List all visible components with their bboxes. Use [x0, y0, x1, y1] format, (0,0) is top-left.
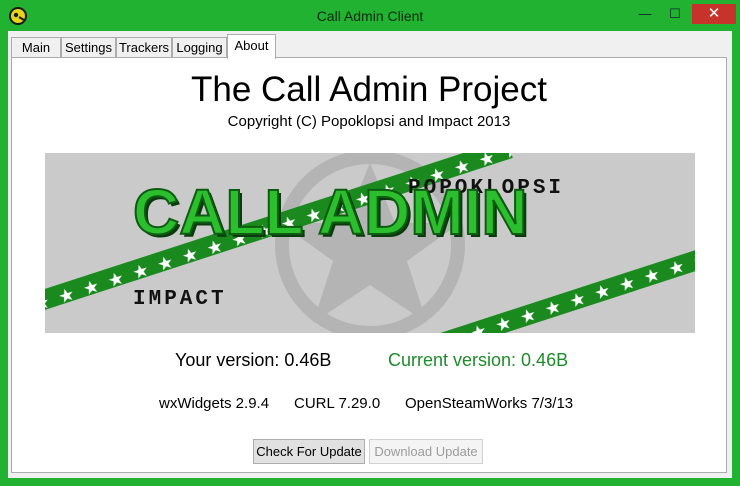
banner-author-bottom: IMPACT: [133, 288, 227, 311]
app-window: Call Admin Client — ☐ ✕ Main Settings Tr…: [0, 0, 740, 486]
banner-graphic: POPOKLOPSI CALL ADMIN CALL ADMIN IMPACT: [45, 153, 695, 333]
minimize-icon: —: [638, 6, 652, 21]
client-area: Main Settings Trackers Logging About The…: [8, 31, 732, 478]
banner-title: CALL ADMIN: [133, 176, 528, 248]
call-admin-banner: POPOKLOPSI CALL ADMIN CALL ADMIN IMPACT: [45, 153, 695, 333]
window-title: Call Admin Client: [316, 8, 424, 24]
curl-version: CURL 7.29.0: [294, 395, 381, 412]
title-bar[interactable]: Call Admin Client — ☐ ✕: [0, 0, 740, 32]
check-for-update-button[interactable]: Check For Update: [253, 439, 365, 464]
copyright-text: Copyright (C) Popoklopsi and Impact 2013: [227, 113, 511, 130]
page-title: The Call Admin Project: [191, 70, 547, 109]
close-icon: ✕: [707, 5, 721, 22]
wxwidgets-version: wxWidgets 2.9.4: [159, 395, 270, 412]
current-version: Current version: 0.46B: [388, 350, 569, 370]
download-update-button[interactable]: Download Update: [369, 439, 483, 464]
maximize-button[interactable]: ☐: [662, 4, 688, 24]
tab-main[interactable]: Main: [11, 37, 61, 58]
tab-settings[interactable]: Settings: [61, 37, 116, 58]
minimize-button[interactable]: —: [632, 4, 658, 24]
about-panel: The Call Admin Project Copyright (C) Pop…: [11, 57, 727, 473]
tab-about[interactable]: About: [227, 34, 276, 59]
close-button[interactable]: ✕: [692, 4, 736, 24]
tab-logging[interactable]: Logging: [172, 37, 227, 58]
maximize-icon: ☐: [669, 6, 681, 21]
tab-trackers[interactable]: Trackers: [116, 37, 172, 58]
your-version: Your version: 0.46B: [175, 350, 332, 370]
opensteamworks-version: OpenSteamWorks 7/3/13: [405, 395, 574, 412]
